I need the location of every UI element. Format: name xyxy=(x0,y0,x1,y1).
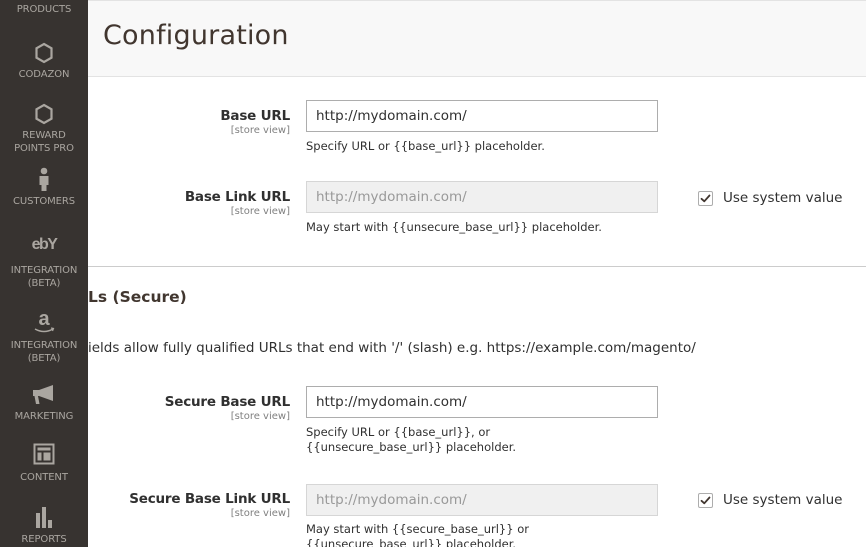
person-icon xyxy=(0,167,88,193)
sidebar-item-label: CONTENT xyxy=(20,472,68,483)
megaphone-icon xyxy=(0,384,88,408)
sidebar-item-marketing[interactable]: MARKETING xyxy=(0,384,88,424)
secure-base-link-url-input[interactable] xyxy=(306,484,658,516)
sidebar-item-label: REWARD xyxy=(22,130,66,141)
secure-base-link-url-label: Secure Base Link URL xyxy=(129,491,290,507)
sidebar-item-label: MARKETING xyxy=(14,411,74,422)
admin-sidebar: PRODUCTS CODAZON REWARD POINTS PRO CUSTO… xyxy=(0,0,88,547)
sidebar-item-codazon[interactable]: CODAZON xyxy=(0,42,88,82)
sidebar-item-label: INTEGRATION xyxy=(10,340,78,351)
hexagon-icon xyxy=(0,103,88,127)
secure-base-url-scope: [store view] xyxy=(230,411,290,422)
base-link-url-note: May start with {{unsecure_base_url}} pla… xyxy=(306,220,602,234)
sidebar-item-products[interactable]: PRODUCTS xyxy=(0,4,88,17)
checkmark-icon xyxy=(700,496,711,504)
svg-text:ebY: ebY xyxy=(32,236,59,253)
admin-app: Configuration Base URL [store view] Spec… xyxy=(0,0,866,547)
use-system-value-label: Use system value xyxy=(723,492,843,508)
base-url-label: Base URL xyxy=(220,108,290,124)
page-header: Configuration xyxy=(88,0,866,77)
sidebar-item-label: REPORTS xyxy=(21,534,67,545)
secure-base-link-url-note: May start with {{secure_base_url}} or {{… xyxy=(306,522,529,547)
bar-chart-icon xyxy=(0,505,88,531)
page-title: Configuration xyxy=(103,20,289,51)
base-link-url-scope: [store view] xyxy=(230,206,290,217)
sidebar-item-label: CUSTOMERS xyxy=(13,196,75,207)
sidebar-item-label: (BETA) xyxy=(27,277,61,289)
base-url-scope: [store view] xyxy=(230,125,290,136)
secure-section-title[interactable]: Ls (Secure) xyxy=(88,288,187,306)
use-system-value-checkbox[interactable] xyxy=(698,190,713,206)
sidebar-item-label: (BETA) xyxy=(27,352,61,364)
sidebar-item-label: POINTS PRO xyxy=(14,142,74,154)
base-url-note: Specify URL or {{base_url}} placeholder. xyxy=(306,139,545,153)
ebay-icon: ebY xyxy=(0,234,88,262)
section-divider xyxy=(88,266,866,267)
secure-base-link-url-use-system-value[interactable]: Use system value xyxy=(698,491,842,509)
secure-base-url-input[interactable] xyxy=(306,386,658,418)
base-link-url-input[interactable] xyxy=(306,181,658,213)
base-link-url-use-system-value[interactable]: Use system value xyxy=(698,189,842,207)
checkmark-icon xyxy=(700,194,711,202)
sidebar-item-amazon-integration[interactable]: a INTEGRATION (BETA) xyxy=(0,307,88,365)
base-url-input[interactable] xyxy=(306,100,658,132)
sidebar-item-ebay-integration[interactable]: ebY INTEGRATION (BETA) xyxy=(0,234,88,290)
secure-base-link-url-scope: [store view] xyxy=(230,508,290,519)
sidebar-item-label: PRODUCTS xyxy=(16,4,72,15)
hexagon-icon xyxy=(0,42,88,66)
use-system-value-label: Use system value xyxy=(723,190,843,206)
use-system-value-checkbox[interactable] xyxy=(698,492,713,508)
sidebar-item-customers[interactable]: CUSTOMERS xyxy=(0,167,88,209)
sidebar-item-label: CODAZON xyxy=(18,69,70,80)
sidebar-item-reports[interactable]: REPORTS xyxy=(0,505,88,547)
secure-base-url-label: Secure Base URL xyxy=(164,394,290,410)
amazon-icon: a xyxy=(0,307,88,337)
sidebar-item-content[interactable]: CONTENT xyxy=(0,443,88,485)
sidebar-item-label: INTEGRATION xyxy=(10,265,78,276)
secure-section-comment: ields allow fully qualified URLs that en… xyxy=(88,340,696,356)
svg-text:a: a xyxy=(38,308,50,330)
base-link-url-label: Base Link URL xyxy=(184,189,290,205)
sidebar-item-reward-points-pro[interactable]: REWARD POINTS PRO xyxy=(0,103,88,155)
layout-icon xyxy=(0,443,88,469)
secure-base-url-note: Specify URL or {{base_url}}, or {{unsecu… xyxy=(306,425,517,454)
